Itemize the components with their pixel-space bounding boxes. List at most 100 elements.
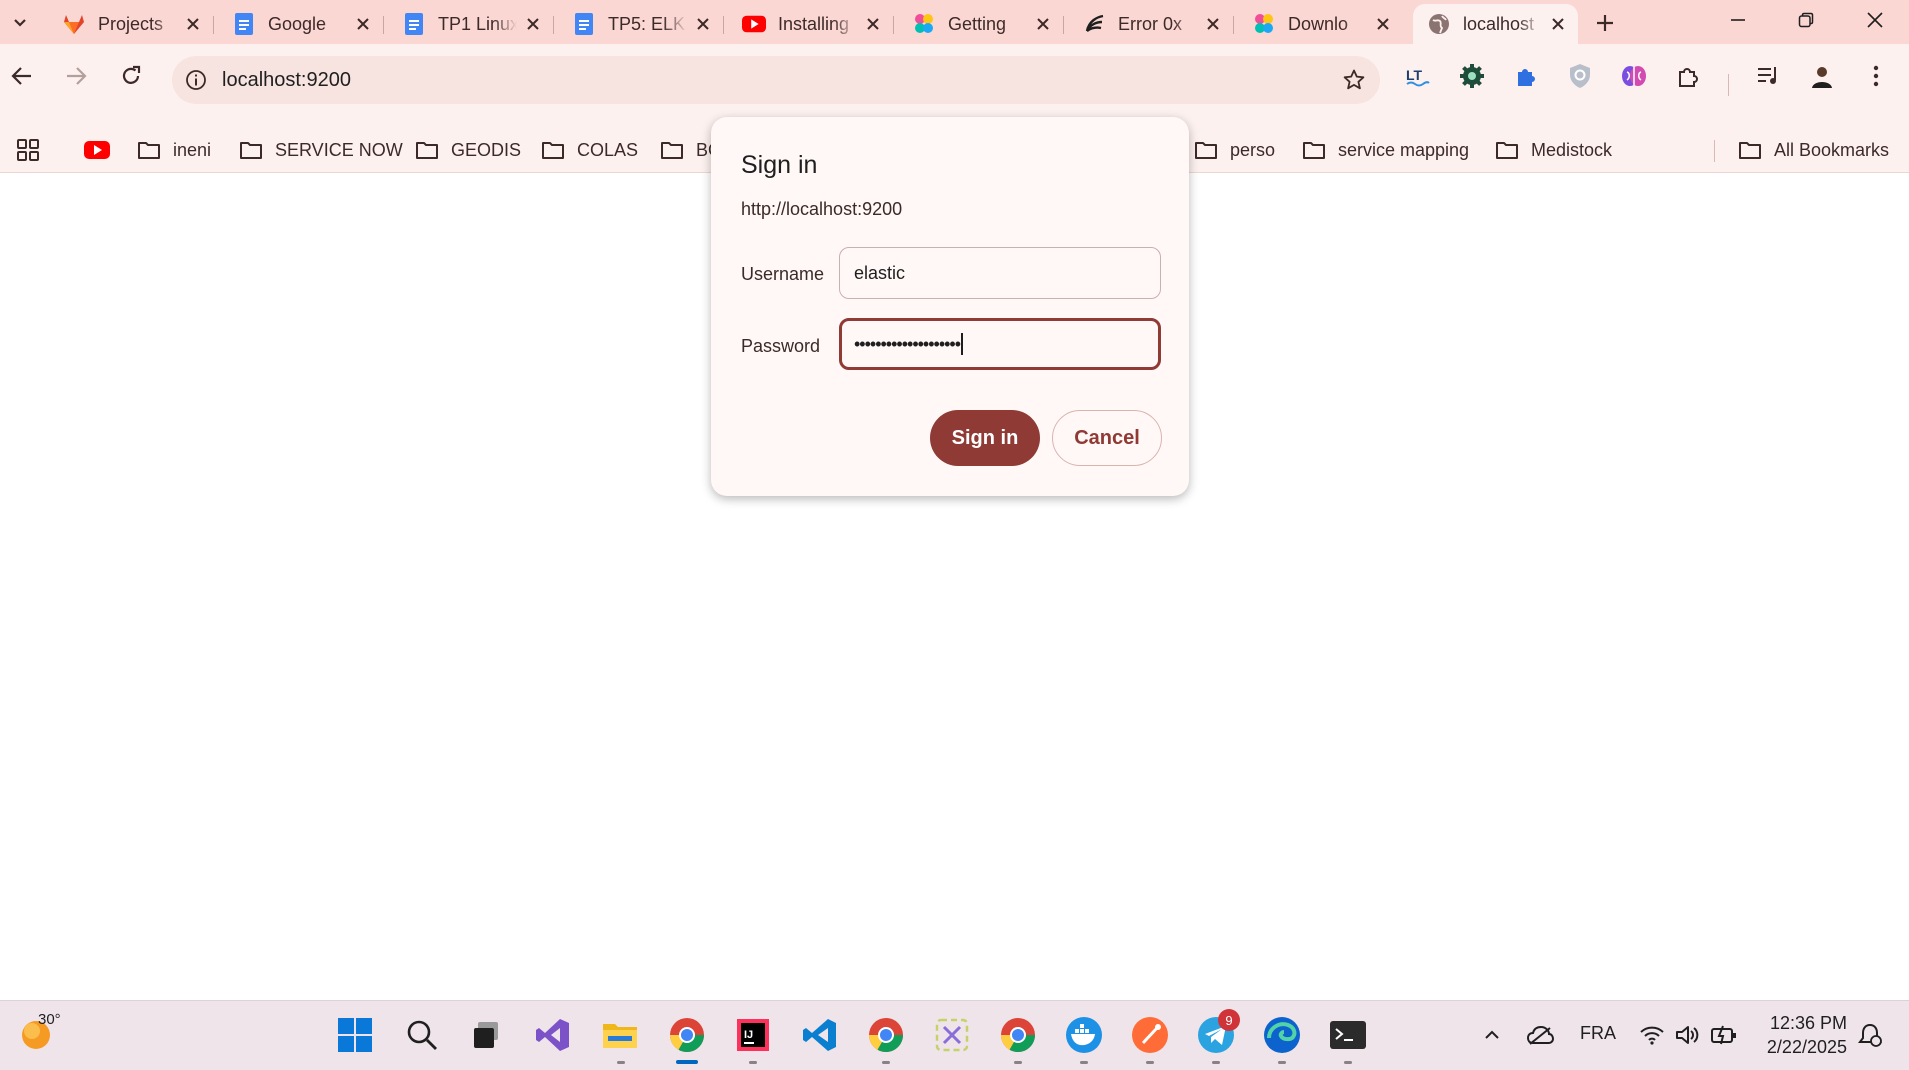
language-indicator[interactable]: FRA [1580, 1023, 1616, 1044]
chrome-icon [869, 1018, 903, 1052]
taskbar-edge[interactable] [1262, 1015, 1302, 1055]
extensions-icon[interactable] [1670, 58, 1706, 94]
taskbar-visual-studio[interactable] [533, 1015, 573, 1055]
shield-icon[interactable] [1562, 58, 1598, 94]
search-button[interactable] [402, 1015, 442, 1055]
password-field[interactable]: •••••••••••••••••••• [839, 318, 1161, 370]
taskbar-vscode[interactable] [800, 1015, 840, 1055]
restore-icon [1798, 12, 1814, 28]
close-icon[interactable] [523, 14, 543, 34]
taskbar-chrome-2[interactable] [998, 1015, 1038, 1055]
tab-localhost[interactable]: localhost [1413, 4, 1578, 44]
url-text[interactable]: localhost:9200 [222, 69, 351, 92]
wifi-button[interactable] [1632, 1015, 1672, 1055]
bookmark-label: GEODIS [451, 139, 522, 160]
bookmark-folder[interactable]: SERVICE NOW [239, 136, 403, 164]
tab-strip: Projects Google TP1 Linux TP5: ELK Insta [0, 0, 1909, 44]
bookmark-youtube[interactable] [84, 136, 110, 164]
apps-button[interactable] [16, 136, 40, 164]
tab-getting[interactable]: Getting [898, 6, 1064, 42]
google-docs-icon [232, 12, 256, 36]
elastic-icon [912, 12, 936, 36]
tab-installing[interactable]: Installing [728, 6, 894, 42]
forward-button[interactable] [58, 58, 94, 94]
bookmark-star-icon[interactable] [1342, 68, 1366, 92]
bookmark-folder[interactable]: service mapping [1302, 136, 1469, 164]
task-view-button[interactable] [466, 1015, 506, 1055]
clock[interactable]: 12:36 PM 2/22/2025 [1767, 1011, 1847, 1059]
sign-in-dialog: Sign in http://localhost:9200 Username e… [711, 117, 1189, 496]
tab-search-button[interactable] [8, 10, 32, 34]
puzzle-extension-icon[interactable] [1508, 58, 1544, 94]
folder-icon [240, 142, 262, 159]
start-button[interactable] [335, 1015, 375, 1055]
all-bookmarks[interactable]: All Bookmarks [1738, 136, 1889, 164]
close-icon[interactable] [693, 14, 713, 34]
close-icon[interactable] [1373, 14, 1393, 34]
site-info-icon[interactable] [184, 68, 208, 92]
username-field[interactable]: elastic [839, 247, 1161, 299]
tab-title: TP1 Linux [438, 13, 517, 34]
taskbar-terminal[interactable] [1328, 1015, 1368, 1055]
google-docs-icon [402, 12, 426, 36]
restore-button[interactable] [1772, 0, 1840, 40]
tab-title: Error 0x [1118, 13, 1183, 34]
search-icon [407, 1020, 437, 1050]
close-icon[interactable] [1203, 14, 1223, 34]
tab-title: localhost [1463, 13, 1535, 34]
docker-icon [1066, 1017, 1102, 1053]
cancel-button[interactable]: Cancel [1052, 410, 1162, 466]
tab-google[interactable]: Google [218, 6, 384, 42]
close-icon[interactable] [353, 14, 373, 34]
taskbar-telegram[interactable]: 9 [1196, 1009, 1240, 1055]
taskbar-intellij[interactable]: IJ [733, 1015, 773, 1055]
tab-download[interactable]: Downlo [1238, 6, 1403, 42]
back-button[interactable] [4, 58, 40, 94]
media-control-icon[interactable] [1750, 58, 1786, 94]
scissors-icon [935, 1018, 969, 1052]
globe-icon [1427, 12, 1451, 36]
tab-error[interactable]: Error 0x [1068, 6, 1234, 42]
taskbar-docker[interactable] [1064, 1015, 1104, 1055]
tab-projects[interactable]: Projects [48, 6, 214, 42]
bookmark-folder[interactable]: GEODIS [415, 136, 521, 164]
close-icon[interactable] [183, 14, 203, 34]
notifications-button[interactable] [1850, 1015, 1890, 1055]
taskbar-chrome[interactable] [667, 1015, 707, 1055]
volume-button[interactable] [1668, 1015, 1708, 1055]
taskbar-snipping-tool[interactable] [932, 1015, 972, 1055]
svg-text:IJ: IJ [744, 1029, 753, 1041]
visual-studio-icon [536, 1019, 569, 1051]
profile-avatar[interactable] [1804, 58, 1840, 94]
menu-icon[interactable] [1858, 58, 1894, 94]
show-hidden-icons-button[interactable] [1472, 1015, 1512, 1055]
brain-extension-icon[interactable] [1616, 58, 1652, 94]
onedrive-button[interactable] [1520, 1015, 1560, 1055]
languagetool-icon[interactable]: LT [1400, 58, 1436, 94]
gitlab-icon [62, 12, 86, 36]
bookmark-folder[interactable]: ineni [137, 136, 211, 164]
chevron-down-icon [14, 19, 26, 27]
taskbar-chrome-profile[interactable] [866, 1015, 906, 1055]
close-icon[interactable] [863, 14, 883, 34]
bookmark-folder[interactable]: perso [1194, 136, 1275, 164]
taskbar-file-explorer[interactable] [600, 1015, 640, 1055]
close-icon[interactable] [1033, 14, 1053, 34]
bookmark-folder[interactable]: Medistock [1495, 136, 1612, 164]
address-bar[interactable]: localhost:9200 [172, 56, 1380, 104]
folder-icon [138, 142, 160, 159]
new-tab-button[interactable] [1590, 8, 1620, 38]
bookmark-folder[interactable]: COLAS [541, 136, 638, 164]
gear-extension-icon[interactable] [1454, 58, 1490, 94]
close-icon[interactable] [1548, 14, 1568, 34]
tab-title: Downlo [1288, 13, 1349, 34]
minimize-button[interactable] [1704, 0, 1772, 40]
close-window-button[interactable] [1841, 0, 1909, 40]
sign-in-button[interactable]: Sign in [930, 410, 1040, 466]
reload-button[interactable] [113, 58, 149, 94]
tab-tp1-linux[interactable]: TP1 Linux [388, 6, 554, 42]
tab-tp5-elk[interactable]: TP5: ELK [558, 6, 724, 42]
taskbar-postman[interactable] [1130, 1015, 1170, 1055]
battery-button[interactable] [1704, 1015, 1744, 1055]
bookmarks-divider [1714, 140, 1715, 162]
